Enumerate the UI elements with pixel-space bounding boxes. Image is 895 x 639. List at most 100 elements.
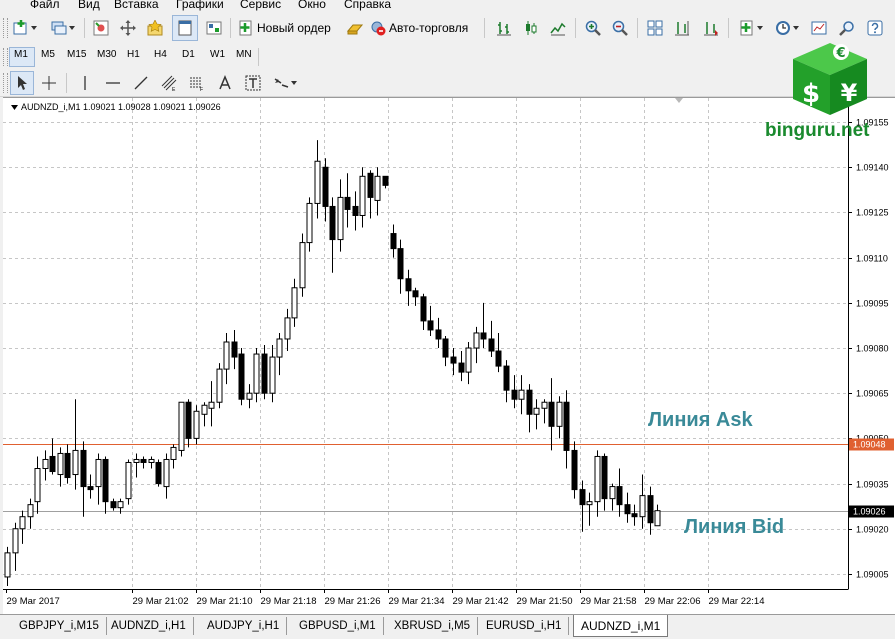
bar-chart-button[interactable] [493, 17, 515, 39]
line-chart-button[interactable] [547, 17, 569, 39]
chevron-down-icon [757, 26, 763, 30]
candlestick-chart-button[interactable] [520, 17, 542, 39]
candle [616, 468, 623, 517]
timeframe-h4[interactable]: H4 [154, 49, 167, 60]
cursor-tool[interactable] [10, 71, 34, 95]
menu-view[interactable]: Вид [78, 0, 100, 11]
terminal-button[interactable] [172, 15, 198, 41]
chart-shift-icon [675, 21, 689, 36]
candle [374, 167, 381, 216]
tab-audnzd-m1[interactable]: AUDNZD_i,M1 [573, 615, 669, 637]
favorites-button[interactable] [144, 17, 166, 39]
chart-shift-button[interactable] [671, 17, 693, 39]
help-button[interactable] [864, 17, 886, 39]
tab-audjpy-h1[interactable]: AUDJPY_i,H1 [200, 617, 288, 635]
horizontal-line-tool[interactable] [102, 72, 124, 94]
candle-body [450, 356, 457, 364]
auto-scroll-button[interactable] [700, 17, 722, 39]
auto-trading-button[interactable]: Авто-торговля [370, 17, 478, 39]
text-label-icon [245, 75, 261, 91]
tab-gbpusd-m1[interactable]: GBPUSD_i,M1 [292, 617, 384, 635]
timeframe-m30[interactable]: M30 [97, 49, 116, 60]
candle [140, 456, 147, 469]
navigator-button[interactable] [117, 17, 139, 39]
time-tick-label: 29 Mar 2017 [7, 596, 60, 607]
candle [473, 326, 480, 364]
candle [87, 474, 94, 499]
time-tick-label: 29 Mar 21:18 [261, 596, 317, 607]
fibonacci-tool[interactable]: F [186, 72, 208, 94]
search-button[interactable] [836, 17, 858, 39]
new-chart-button[interactable] [10, 17, 40, 39]
market-watch-button[interactable] [90, 17, 112, 39]
bid-line-annotation: Линия Bid [684, 516, 785, 538]
menu-charts[interactable]: Графики [176, 0, 224, 11]
candle [624, 492, 631, 523]
text-label-tool[interactable] [242, 72, 264, 94]
zoom-in-button[interactable] [582, 17, 604, 39]
candle-body [269, 356, 276, 394]
candle [442, 335, 449, 367]
menu-tools[interactable]: Сервис [240, 0, 281, 11]
candle-body [253, 353, 260, 394]
timeframe-m5[interactable]: M5 [41, 49, 55, 60]
candle-body [374, 175, 381, 201]
text-tool[interactable] [214, 72, 236, 94]
candle-body [359, 175, 366, 216]
periods-button[interactable] [772, 17, 802, 39]
candle [170, 444, 177, 469]
zoom-out-button[interactable] [609, 17, 631, 39]
tile-windows-button[interactable] [644, 17, 666, 39]
tab-xbrusd-m5[interactable]: XBRUSD_i,M5 [387, 617, 479, 635]
candle-body [117, 501, 124, 509]
profiles-button[interactable] [48, 17, 78, 39]
candle [148, 456, 155, 469]
chart-window[interactable]: 1.09155 1.09140 1.09125 1.09110 1.09095 1.090… [3, 97, 895, 615]
timeframe-d1[interactable]: D1 [182, 49, 195, 60]
price-tick-label: 1.09065 [856, 389, 889, 399]
timeframe-m15[interactable]: M15 [67, 49, 86, 60]
candle [458, 351, 465, 382]
auto-trading-icon [371, 21, 386, 36]
candle-body [480, 332, 487, 340]
market-watch-icon [93, 20, 109, 36]
timeframe-m1[interactable]: M1 [14, 49, 28, 60]
metaeditor-button[interactable] [344, 17, 366, 39]
arrows-tool[interactable] [270, 72, 300, 94]
chart-menu-triangle-icon[interactable] [11, 105, 18, 110]
candle [526, 384, 533, 433]
candle-body [12, 528, 19, 554]
candle [518, 375, 525, 415]
candle [344, 173, 351, 228]
channel-tool[interactable]: E [158, 72, 180, 94]
candle-body [64, 452, 71, 479]
chart-symbol-ohlc: AUDNZD_i,M1 1.09021 1.09028 1.09021 1.09… [21, 102, 221, 112]
candle-body [291, 287, 298, 319]
candles-layer [4, 140, 661, 586]
menu-insert[interactable]: Вставка [114, 0, 159, 11]
candle-body [488, 338, 495, 352]
tile-icon [647, 20, 663, 36]
vertical-line-tool[interactable] [74, 72, 96, 94]
indicators-button[interactable] [736, 17, 766, 39]
tab-eurusd-h1[interactable]: EURUSD_i,H1 [479, 617, 570, 635]
timeframe-mn[interactable]: MN [236, 49, 252, 60]
timeframe-w1[interactable]: W1 [210, 49, 225, 60]
templates-button[interactable] [808, 17, 830, 39]
candle-body [57, 452, 64, 476]
menu-help[interactable]: Справка [344, 0, 391, 11]
tab-gbpjpy-m15[interactable]: GBPJPY_i,M15 [12, 617, 107, 635]
candle-body [223, 341, 230, 370]
crosshair-tool[interactable] [38, 72, 60, 94]
new-order-button[interactable]: Новый ордер [238, 17, 338, 39]
menu-window[interactable]: Окно [298, 0, 326, 11]
candle-body [579, 489, 586, 506]
candle [238, 348, 245, 406]
trendline-tool[interactable] [130, 72, 152, 94]
candle [480, 302, 487, 349]
menu-file[interactable]: Файл [30, 0, 60, 11]
strategy-tester-button[interactable] [203, 17, 225, 39]
tab-audnzd-h1[interactable]: AUDNZD_i,H1 [104, 617, 194, 635]
timeframe-h1[interactable]: H1 [127, 49, 140, 60]
candle-body [647, 495, 654, 524]
